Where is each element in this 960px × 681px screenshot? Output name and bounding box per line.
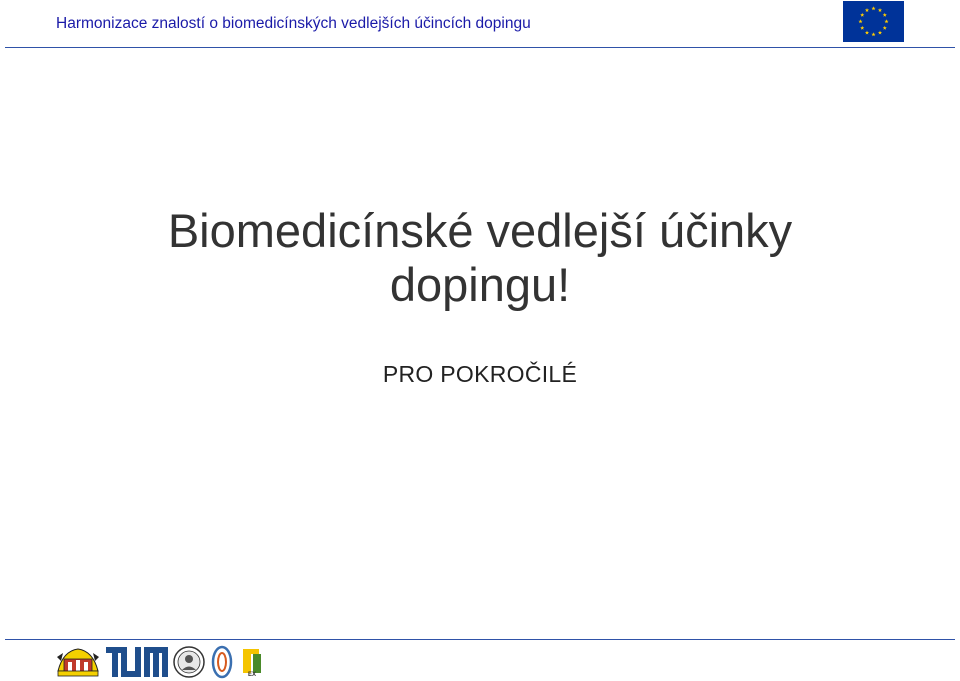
tex-logo: EX — [241, 647, 263, 678]
university-crest-logo — [55, 645, 101, 679]
slide-title-line-1: Biomedicínské vedlejší účinky — [167, 204, 793, 257]
tex-logo-text: EX — [248, 672, 256, 678]
footer-divider — [5, 639, 955, 640]
header-title: Harmonizace znalostí o biomedicínských v… — [56, 15, 531, 32]
eu-flag-icon — [843, 1, 904, 42]
slide-subtitle: PRO POKROČILÉ — [382, 361, 578, 387]
tum-logo — [106, 647, 168, 677]
oval-emblem-logo — [211, 645, 233, 679]
slide-title-line-2: dopingu! — [389, 258, 571, 311]
university-seal-logo — [173, 646, 205, 678]
slide-title: Biomedicínské vedlejší účinky dopingu! — [0, 204, 960, 312]
header-divider — [5, 47, 955, 48]
